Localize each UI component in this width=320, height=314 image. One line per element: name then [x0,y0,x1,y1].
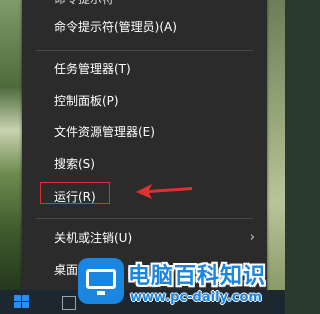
menu-item-label: 命令提示符(管理员)(A) [54,20,177,34]
run-highlight-box [40,182,110,204]
menu-item-label: 命令提示符 [54,0,114,6]
chevron-right-icon: › [249,230,255,245]
menu-item-label: 任务管理器(T) [54,62,131,76]
menu-item-shutdown-signout[interactable]: 关机或注销(U) › [54,227,257,249]
menu-item-search[interactable]: 搜索(S) [54,153,257,175]
red-arrow-icon [136,184,192,199]
menu-item-file-explorer[interactable]: 文件资源管理器(E) [54,121,257,143]
windows-start-icon[interactable] [14,295,30,309]
menu-item-label: 搜索(S) [54,157,95,171]
menu-separator [36,218,253,219]
menu-item-command-prompt-partial[interactable]: 命令提示符 [54,0,257,10]
menu-item-command-prompt-admin[interactable]: 命令提示符(管理员)(A) [54,16,257,38]
menu-item-control-panel[interactable]: 控制面板(P) [54,90,257,112]
watermark-url: www.pc-daily.com [130,290,262,305]
menu-item-label: 控制面板(P) [54,94,119,108]
menu-item-label: 文件资源管理器(E) [54,125,155,139]
monitor-logo-icon [78,258,124,304]
desktop-background-left [0,0,22,290]
watermark-title: 电脑百科知识 [128,264,267,289]
desktop-background-right [267,0,285,290]
watermark: 电脑百科知识 www.pc-daily.com [74,252,285,314]
menu-item-task-manager[interactable]: 任务管理器(T) [54,58,257,80]
menu-item-label: 关机或注销(U) [54,231,133,245]
menu-separator [36,50,253,51]
start-context-menu: 命令提示符 命令提示符(管理员)(A) 任务管理器(T) 控制面板(P) 文件资… [22,0,267,290]
